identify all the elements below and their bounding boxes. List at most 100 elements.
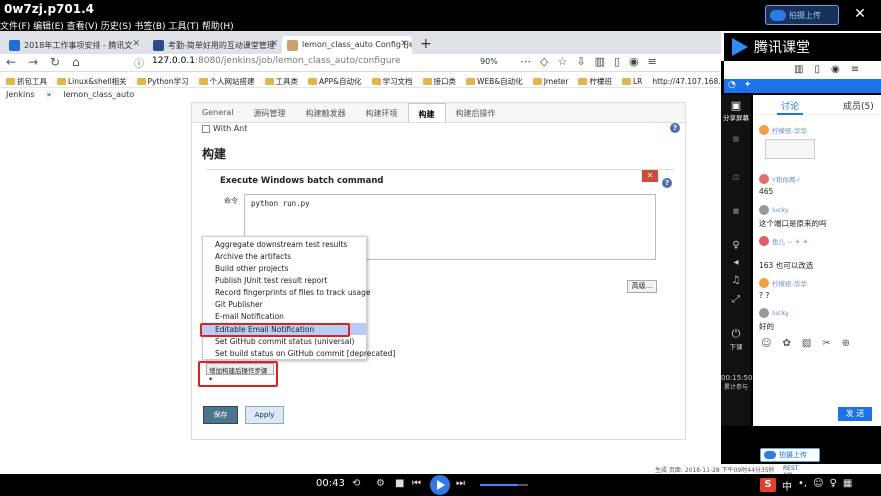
more-icon[interactable]: ⊕ [842,338,850,349]
bookmark-item[interactable]: 学习文档 [371,72,413,87]
chat-icon[interactable]: ◔ [728,80,736,92]
bookmark-item[interactable]: 个人网站搭建 [198,72,255,87]
download-icon[interactable]: ⇩ [576,55,585,68]
url-field[interactable]: 127.0.0.1:8080/jenkins/job/lemon_class_a… [152,56,400,66]
reload-icon[interactable]: ↻ [50,55,60,69]
menu-item-git-publisher[interactable]: Git Publisher [203,298,366,310]
flower-icon[interactable]: ✿ [782,338,790,349]
music-icon[interactable]: ♫ [721,275,751,286]
extension-icon[interactable]: ◉ [831,64,840,79]
pocket-icon[interactable]: ◇ [540,55,548,68]
scissors-icon[interactable]: ✂ [822,338,830,349]
stop-icon[interactable]: ■ [395,478,404,489]
prev-icon[interactable]: ⏮ [412,478,421,489]
advanced-button[interactable]: 高级... [627,280,657,293]
bookmark-item[interactable]: 接口类 [422,72,456,87]
sogou-icon[interactable]: S [760,478,776,492]
library-icon[interactable]: ▥ [794,64,803,79]
extension-icon[interactable]: ◉ [629,55,639,68]
tab-build[interactable]: 构建 [407,103,446,122]
breadcrumb-job[interactable]: lemon_class_auto [63,90,134,102]
menu-item-aggregate[interactable]: Aggregate downstream test results [203,238,366,250]
more-icon[interactable]: ⋯ [520,55,531,68]
bookmark-item[interactable]: 工具类 [264,72,298,87]
tab-schedule[interactable]: 2018年工作事项安排 - 腾讯文 ✕ [4,36,144,54]
chinese-mode-icon[interactable]: 中 [782,478,792,493]
sidebar-icon[interactable]: ▯ [614,55,620,68]
help-icon[interactable]: ? [670,123,680,133]
tab-scm[interactable]: 源码管理 [244,103,296,122]
volume-slider[interactable] [480,484,528,486]
sidebar-icon[interactable]: ▯ [814,64,820,79]
close-icon[interactable]: ✕ [852,6,868,22]
menu-item-email[interactable]: E-mail Notification [203,310,366,322]
tab-discussion[interactable]: 讨论 [776,99,804,115]
menu-item-fingerprints[interactable]: Record fingerprints of files to track us… [203,286,371,298]
emoji-icon[interactable]: ☺ [813,478,823,493]
speaker-icon[interactable]: ◂ [721,257,751,268]
close-tab-icon[interactable]: ✕ [132,39,140,49]
bookmark-item[interactable]: Python学习 [136,72,189,87]
upload-button[interactable]: 拍摄上传 [760,448,820,462]
bookmark-item[interactable]: Jmeter [532,72,568,87]
tab-environment[interactable]: 构建环境 [356,103,408,122]
close-tab-icon[interactable]: ✕ [400,39,408,49]
mic-icon[interactable]: ♀ [830,478,837,493]
info-icon[interactable]: ⓘ [134,55,144,70]
image-icon[interactable]: ▨ [802,338,811,349]
keyboard-icon[interactable]: ▦ [843,478,852,493]
bookmark-item[interactable]: 抓包工具 [6,72,47,87]
emoji-icon[interactable]: ☺ [761,338,771,349]
send-button[interactable]: 发 送 [838,407,872,421]
end-class-button[interactable]: ⏻ 下课 [721,327,751,351]
breadcrumb-jenkins[interactable]: Jenkins [6,90,34,102]
bookmark-item[interactable]: APP&自动化 [308,72,362,87]
menu-item-archive[interactable]: Archive the artifacts [203,250,366,262]
bookmark-item[interactable]: http://47.107.168.87... [652,72,721,87]
loop-icon[interactable]: ⟲ [352,478,360,489]
close-tab-icon[interactable]: ✕ [270,39,278,49]
share-screen-button[interactable]: ▣ 分享屏幕 [721,99,751,122]
zoom-level[interactable]: 90% [480,57,498,66]
settings-icon[interactable]: ⚙ [376,478,385,489]
tab-post-build[interactable]: 构建后操作 [446,103,506,122]
bookmark-item[interactable]: WEB&自动化 [466,72,523,87]
save-button[interactable]: 保存 [203,406,238,424]
star-icon[interactable]: ☆ [557,55,567,68]
delete-step-button[interactable]: ✕ [642,170,658,182]
library-icon[interactable]: ▥ [595,55,605,68]
chat-image[interactable] [765,139,815,159]
camera-icon[interactable]: ◫ [721,173,751,181]
home-icon[interactable]: ⌂ [72,55,80,69]
menu-item-github-deprecated[interactable]: Set build status on GitHub commit [depre… [203,347,395,359]
punctuation-icon[interactable]: •, [798,478,807,493]
tab-general[interactable]: General [192,103,244,122]
expand-icon[interactable]: ⤢ [721,294,751,305]
whiteboard-icon[interactable]: ▦ [721,207,751,215]
mic-icon[interactable]: ♀ [721,240,751,251]
file-icon[interactable]: ▤ [721,135,751,143]
next-icon[interactable]: ⏭ [456,478,465,489]
menu-icon[interactable]: ≡ [648,55,657,68]
with-ant-checkbox[interactable] [202,124,210,133]
tab-members[interactable]: 成员(5) [843,99,874,112]
play-button[interactable] [430,475,450,495]
upload-button[interactable]: 拍摄上传 [765,5,839,25]
tab-attendance[interactable]: 考勤-简单好用的互动课堂管理 ✕ [148,36,282,54]
apply-button[interactable]: Apply [245,406,284,424]
bookmark-item[interactable]: 柠檬班 [578,72,612,87]
bookmark-item[interactable]: Linux&shell相关 [57,72,127,87]
tab-jenkins-config[interactable]: lemon_class_auto Config [Je ✕ [282,36,412,54]
menu-item-build-other[interactable]: Build other projects [203,262,366,274]
bookmark-item[interactable]: LR [621,72,642,87]
menu-icon[interactable]: ≡ [851,64,859,79]
tab-triggers[interactable]: 构建触发器 [296,103,356,122]
ime-toolbar: S 中 •, ☺ ♀ ▦ [760,478,852,493]
pin-icon[interactable]: ✦ [744,80,752,92]
back-icon[interactable]: ← [6,55,16,69]
menu-item-junit[interactable]: Publish JUnit test result report [203,274,366,286]
help-icon[interactable]: ? [662,178,672,188]
new-tab-button[interactable]: + [420,36,432,52]
forward-icon[interactable]: → [28,55,38,69]
with-ant-option[interactable]: With Ant [202,124,247,133]
